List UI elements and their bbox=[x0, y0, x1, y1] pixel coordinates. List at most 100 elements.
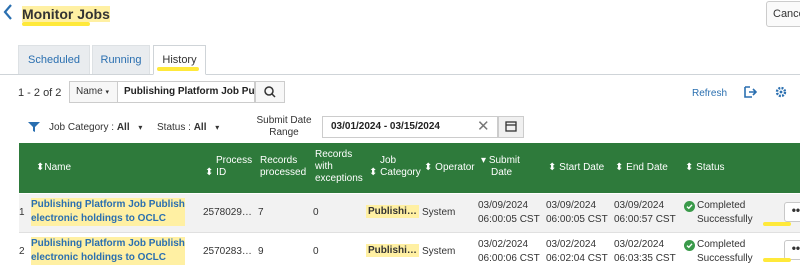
chevron-left-icon[interactable] bbox=[2, 2, 16, 24]
status-filter-label: Status : bbox=[157, 122, 191, 133]
status-text: Completed Successfully bbox=[697, 199, 753, 227]
highlight-marker bbox=[763, 222, 791, 226]
submit-date: 03/09/2024 06:00:05 CST bbox=[478, 199, 540, 227]
gear-icon[interactable] bbox=[774, 85, 788, 99]
start-date-day: 03/02/2024 bbox=[546, 239, 597, 250]
column-records-processed-label: Records bbox=[260, 155, 298, 166]
row-number: 1 bbox=[19, 207, 25, 218]
job-category: Publishi… bbox=[366, 244, 419, 257]
column-start-date[interactable]: ⬍ Start Date bbox=[548, 162, 604, 174]
caret-down-icon: ▾ bbox=[215, 123, 220, 132]
start-date: 03/09/2024 06:00:05 CST bbox=[546, 199, 608, 227]
table-row[interactable]: 1 Publishing Platform Job Publish electr… bbox=[19, 194, 800, 233]
job-category-filter-label: Job Category : bbox=[49, 122, 115, 133]
submit-date-day: 03/09/2024 bbox=[478, 200, 529, 211]
status-line2: Successfully bbox=[697, 214, 753, 225]
row-actions-button[interactable]: ••• bbox=[784, 240, 800, 260]
start-date: 03/02/2024 06:02:04 CST bbox=[546, 238, 608, 266]
column-process-id-label: Process bbox=[216, 155, 253, 166]
column-job-category[interactable]: Job ⬍ Category bbox=[369, 155, 421, 179]
column-process-id-label: ID bbox=[216, 167, 227, 178]
column-process-id[interactable]: Process ⬍ ID bbox=[205, 155, 252, 179]
table-row[interactable]: 2 Publishing Platform Job Publish electr… bbox=[19, 233, 800, 268]
submit-date: 03/02/2024 06:00:06 CST bbox=[478, 238, 540, 266]
submit-date-label-line1: Submit Date bbox=[256, 115, 312, 126]
column-job-category-label: Job bbox=[380, 155, 397, 166]
records-processed: 7 bbox=[258, 207, 264, 218]
page-title: Monitor Jobs bbox=[22, 6, 110, 22]
column-records-exceptions[interactable]: Records with exceptions bbox=[315, 149, 363, 185]
end-date-time: 06:00:57 CST bbox=[614, 214, 676, 225]
job-name-line2: electronic holdings to OCLC bbox=[31, 212, 185, 226]
status-line1: Completed bbox=[697, 239, 746, 250]
sort-icon: ⬍ bbox=[615, 162, 624, 173]
date-range-input[interactable]: 03/01/2024 - 03/15/2024 bbox=[322, 116, 498, 138]
column-name-label: Name bbox=[44, 162, 72, 173]
filter-icon[interactable] bbox=[28, 121, 40, 133]
search-field-select[interactable]: Name ▾ bbox=[69, 81, 117, 103]
column-operator-label: Operator bbox=[435, 162, 475, 173]
column-operator[interactable]: ⬍ Operator bbox=[424, 162, 475, 174]
column-records-processed-label: processed bbox=[260, 167, 307, 178]
tab-scheduled[interactable]: Scheduled bbox=[18, 45, 90, 74]
job-name-link[interactable]: Publishing Platform Job Publish electron… bbox=[31, 198, 185, 226]
sort-desc-icon: ▾ bbox=[481, 155, 487, 166]
column-status[interactable]: ⬍ Status bbox=[685, 162, 725, 174]
submit-date-range-label: Submit Date Range bbox=[253, 115, 315, 139]
submit-date-time: 06:00:05 CST bbox=[478, 214, 540, 225]
end-date-day: 03/02/2024 bbox=[614, 239, 665, 250]
refresh-link[interactable]: Refresh bbox=[692, 88, 727, 99]
job-category-filter-value: All bbox=[116, 122, 130, 133]
calendar-button[interactable] bbox=[498, 116, 524, 138]
records-exceptions: 0 bbox=[313, 207, 319, 218]
end-date: 03/02/2024 06:03:35 CST bbox=[614, 238, 676, 266]
sort-icon: ⬍ bbox=[424, 162, 433, 173]
row-actions-button[interactable]: ••• bbox=[784, 202, 800, 222]
sort-icon: ⬍ bbox=[548, 162, 557, 173]
calendar-icon bbox=[505, 121, 517, 132]
job-category-filter[interactable]: Job Category : All ▾ bbox=[49, 122, 142, 133]
tab-running[interactable]: Running bbox=[92, 45, 150, 74]
caret-down-icon: ▾ bbox=[138, 123, 143, 132]
table-header: ⬍Name Process ⬍ ID Records processed Rec… bbox=[19, 143, 800, 193]
column-records-exceptions-label: exceptions bbox=[315, 173, 363, 184]
sort-icon: ⬍ bbox=[685, 162, 694, 173]
column-end-date[interactable]: ⬍ End Date bbox=[615, 162, 668, 174]
end-date: 03/09/2024 06:00:57 CST bbox=[614, 199, 676, 227]
job-name-line2: electronic holdings to OCLC bbox=[31, 251, 185, 265]
column-submit-date-label: Submit bbox=[488, 155, 520, 166]
column-records-processed[interactable]: Records processed bbox=[260, 155, 306, 179]
status-filter-value: All bbox=[193, 122, 207, 133]
caret-down-icon: ▾ bbox=[105, 89, 109, 96]
cancel-button[interactable]: Cance bbox=[766, 1, 800, 27]
export-icon[interactable] bbox=[743, 85, 758, 99]
end-date-day: 03/09/2024 bbox=[614, 200, 665, 211]
search-input[interactable]: Publishing Platform Job Publ bbox=[117, 81, 255, 103]
column-submit-date[interactable]: ▾ Submit Date bbox=[481, 155, 520, 179]
start-date-time: 06:00:05 CST bbox=[546, 214, 608, 225]
job-name-link[interactable]: Publishing Platform Job Publish electron… bbox=[31, 237, 185, 265]
records-exceptions: 0 bbox=[313, 246, 319, 257]
column-end-date-label: End Date bbox=[626, 162, 668, 173]
job-name-line1: Publishing Platform Job Publish bbox=[31, 198, 185, 212]
column-submit-date-label: Date bbox=[491, 167, 513, 178]
status-filter[interactable]: Status : All ▾ bbox=[157, 122, 219, 133]
submit-date-label-line2: Range bbox=[269, 127, 299, 138]
process-id: 2578029… bbox=[203, 207, 252, 218]
end-date-time: 06:03:35 CST bbox=[614, 253, 676, 264]
close-icon[interactable]: ✕ bbox=[477, 118, 491, 136]
job-name-line1: Publishing Platform Job Publish bbox=[31, 237, 185, 251]
search-button[interactable] bbox=[255, 81, 285, 103]
result-count: 1 - 2 of 2 bbox=[18, 87, 62, 99]
highlight-marker bbox=[22, 22, 90, 26]
status-line1: Completed bbox=[697, 200, 746, 211]
check-circle-icon bbox=[684, 201, 695, 212]
highlight-marker bbox=[157, 67, 199, 71]
start-date-day: 03/09/2024 bbox=[546, 200, 597, 211]
tabs-divider bbox=[0, 74, 800, 75]
operator: System bbox=[422, 207, 456, 218]
column-start-date-label: Start Date bbox=[559, 162, 605, 173]
column-job-category-label: Category bbox=[380, 167, 421, 178]
submit-date-day: 03/02/2024 bbox=[478, 239, 529, 250]
column-name[interactable]: ⬍Name bbox=[36, 162, 71, 174]
